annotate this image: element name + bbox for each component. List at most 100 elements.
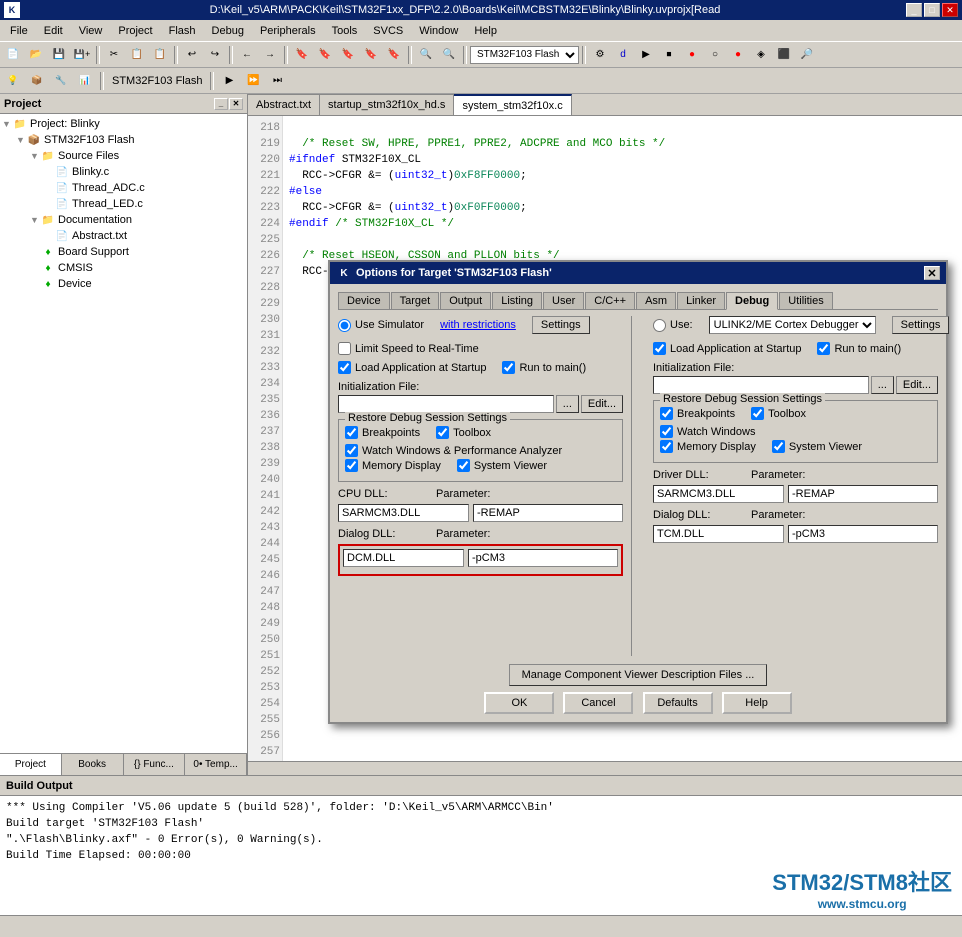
edit-btn[interactable]: Edit... [581,395,623,413]
search-icon[interactable]: 🔎 [796,45,818,65]
tb2-btn2[interactable]: 📦 [26,71,48,91]
bookmark3-btn[interactable]: 🔖 [337,45,359,65]
tab-temp[interactable]: 0• Temp... [185,754,247,775]
simulator-radio-input[interactable] [338,319,351,332]
tree-source-files[interactable]: ▼ 📁 Source Files [2,148,245,164]
horizontal-scrollbar[interactable] [248,761,962,775]
target-combo[interactable]: STM32F103 Flash [470,46,579,64]
paste-btn[interactable]: 📋 [149,45,171,65]
minimize-btn[interactable]: _ [906,3,922,17]
tb2-btn7[interactable]: ⏭ [266,71,288,91]
toolbox-check[interactable] [436,426,449,439]
panel-minimize-icon[interactable]: _ [214,98,228,110]
tab-cpp[interactable]: C/C++ [585,292,635,309]
r-init-file-input[interactable] [653,376,869,394]
close-btn[interactable]: ✕ [942,3,958,17]
tab-utilities[interactable]: Utilities [779,292,832,309]
tb2-btn3[interactable]: 🔧 [50,71,72,91]
undo-btn[interactable]: ↩ [181,45,203,65]
misc-btn2[interactable]: ⬛ [773,45,795,65]
tree-thread-led[interactable]: 📄 Thread_LED.c [2,196,245,212]
tb2-btn5[interactable]: ▶ [218,71,240,91]
find-btn[interactable]: 🔍 [415,45,437,65]
tree-abstract[interactable]: 📄 Abstract.txt [2,228,245,244]
manage-component-btn[interactable]: Manage Component Viewer Description File… [509,664,768,686]
menu-file[interactable]: File [2,23,36,39]
circle-btn[interactable]: ○ [704,45,726,65]
tab-linker[interactable]: Linker [677,292,725,309]
r-edit-btn[interactable]: Edit... [896,376,938,394]
radio-simulator[interactable]: Use Simulator [338,319,424,332]
misc-btn1[interactable]: ◈ [750,45,772,65]
browse-btn[interactable]: ... [556,395,579,413]
tab-system[interactable]: system_stm32f10x.c [454,94,571,115]
init-file-input[interactable] [338,395,554,413]
sysviewer-check[interactable] [457,459,470,472]
tree-target[interactable]: ▼ 📦 STM32F103 Flash [2,132,245,148]
dialog-dll-input[interactable] [343,549,464,567]
tab-user[interactable]: User [543,292,584,309]
restrictions-link[interactable]: with restrictions [440,319,516,331]
defaults-btn[interactable]: Defaults [643,692,713,714]
panel-close-icon[interactable]: ✕ [229,98,243,110]
new-btn[interactable]: 📄 [2,45,24,65]
tree-cmsis[interactable]: ♦ CMSIS [2,260,245,276]
tb2-btn6[interactable]: ⏩ [242,71,264,91]
nav-fwd-btn[interactable]: → [259,45,281,65]
config-btn[interactable]: ⚙ [589,45,611,65]
r-breakpoints-check[interactable] [660,407,673,420]
r-dialog-dll-input[interactable] [653,525,784,543]
tab-books[interactable]: Books [62,754,124,775]
nav-back-btn[interactable]: ← [236,45,258,65]
tree-device[interactable]: ♦ Device [2,276,245,292]
r-toolbox-check[interactable] [751,407,764,420]
ok-btn[interactable]: OK [484,692,554,714]
cancel-btn[interactable]: Cancel [563,692,633,714]
radio-use[interactable]: Use: [653,319,693,332]
r-watch-check[interactable] [660,425,673,438]
run-btn[interactable]: ▶ [635,45,657,65]
cut-btn[interactable]: ✂ [103,45,125,65]
bookmark-btn[interactable]: 🔖 [291,45,313,65]
menu-edit[interactable]: Edit [36,23,71,39]
tb2-btn1[interactable]: 💡 [2,71,24,91]
menu-svcs[interactable]: SVCS [365,23,411,39]
red-btn1[interactable]: ● [681,45,703,65]
menu-peripherals[interactable]: Peripherals [252,23,324,39]
stop-btn[interactable]: ⏹ [658,45,680,65]
tab-output[interactable]: Output [440,292,491,309]
tab-debug[interactable]: Debug [726,292,778,310]
menu-window[interactable]: Window [411,23,466,39]
tab-startup[interactable]: startup_stm32f10x_hd.s [320,94,454,115]
driver-dll-input[interactable] [653,485,784,503]
run-main-check[interactable] [502,361,515,374]
menu-tools[interactable]: Tools [324,23,366,39]
tree-blinky[interactable]: 📄 Blinky.c [2,164,245,180]
tb2-btn4[interactable]: 📊 [74,71,96,91]
find2-btn[interactable]: 🔍 [438,45,460,65]
menu-project[interactable]: Project [110,23,160,39]
r-run-main-check[interactable] [817,342,830,355]
limit-speed-check[interactable] [338,342,351,355]
tab-target[interactable]: Target [391,292,440,309]
tab-abstract[interactable]: Abstract.txt [248,94,320,115]
tab-project[interactable]: Project [0,754,62,775]
breakpoints-check[interactable] [345,426,358,439]
tab-func[interactable]: {} Func... [124,754,186,775]
debug-btn[interactable]: d [612,45,634,65]
cpu-dll-input[interactable] [338,504,469,522]
load-app-check[interactable] [338,361,351,374]
bookmark2-btn[interactable]: 🔖 [314,45,336,65]
right-settings-btn[interactable]: Settings [892,316,950,334]
dialog-param-input[interactable] [468,549,618,567]
cpu-param-input[interactable] [473,504,623,522]
r-sysviewer-check[interactable] [772,440,785,453]
r-load-app-check[interactable] [653,342,666,355]
tree-thread-adc[interactable]: 📄 Thread_ADC.c [2,180,245,196]
use-combo[interactable]: ULINK2/ME Cortex Debugger [709,316,876,334]
red-btn2[interactable]: ● [727,45,749,65]
bookmark5-btn[interactable]: 🔖 [383,45,405,65]
watch-check[interactable] [345,444,358,457]
menu-view[interactable]: View [71,23,111,39]
tree-documentation[interactable]: ▼ 📁 Documentation [2,212,245,228]
